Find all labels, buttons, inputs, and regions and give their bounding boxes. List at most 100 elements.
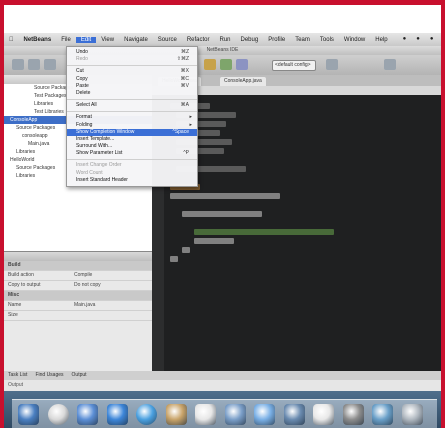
menu-item-label: Delete bbox=[76, 89, 91, 96]
output-tab[interactable]: Task List bbox=[4, 372, 31, 378]
build-button[interactable] bbox=[204, 59, 216, 70]
property-value[interactable]: Compile bbox=[74, 271, 92, 280]
menu-item-insert-template[interactable]: Insert Template... bbox=[67, 136, 197, 143]
run-button[interactable] bbox=[220, 59, 232, 70]
code-line bbox=[170, 193, 280, 199]
property-key: Copy to output bbox=[8, 282, 41, 288]
itunes-icon[interactable] bbox=[254, 404, 275, 425]
menu-item-copy[interactable]: Copy ⌘C bbox=[67, 76, 197, 83]
property-row[interactable]: Name Main.java bbox=[4, 301, 152, 311]
menu-item-insert-change-order: Insert Change Order bbox=[67, 162, 197, 169]
output-tabs: Task List Find Usages Output bbox=[4, 371, 441, 380]
property-row[interactable]: Copy to output Do not copy bbox=[4, 281, 152, 291]
debug-button[interactable] bbox=[236, 59, 248, 70]
property-key: Build action bbox=[8, 272, 34, 278]
menu-item-label: Word Count bbox=[76, 169, 103, 176]
property-row[interactable]: Build action Compile bbox=[4, 271, 152, 281]
menu-item-show-parameter-list[interactable]: Show Parameter List ^P bbox=[67, 150, 197, 157]
menu-item-label: Paste bbox=[76, 82, 89, 89]
menu-source[interactable]: Source bbox=[153, 37, 182, 43]
menu-navigate[interactable]: Navigate bbox=[119, 37, 153, 43]
code-line bbox=[170, 256, 178, 262]
shortcut-label: ⌘V bbox=[180, 82, 189, 89]
finder-icon[interactable] bbox=[18, 404, 39, 425]
preview-icon[interactable] bbox=[224, 404, 246, 425]
menu-item-undo[interactable]: Undo ⌘Z bbox=[67, 49, 197, 56]
volume-icon[interactable]: ● bbox=[411, 36, 425, 43]
menu-tools[interactable]: Tools bbox=[315, 37, 339, 43]
safari-icon[interactable] bbox=[106, 404, 128, 425]
code-line bbox=[194, 229, 334, 235]
search-icon[interactable] bbox=[384, 59, 396, 70]
output-tab[interactable]: Find Usages bbox=[31, 372, 67, 378]
shortcut-label: ⌘Z bbox=[180, 49, 189, 55]
address-book-icon[interactable] bbox=[165, 404, 187, 425]
property-group[interactable]: Build bbox=[4, 261, 152, 271]
menu-debug[interactable]: Debug bbox=[236, 37, 264, 43]
calendar-icon[interactable] bbox=[195, 404, 216, 425]
menu-edit[interactable]: Edit bbox=[75, 36, 97, 43]
menu-view[interactable]: View bbox=[96, 37, 119, 43]
menu-item-cut[interactable]: Cut ⌘X bbox=[67, 68, 197, 75]
menu-team[interactable]: Team bbox=[290, 37, 315, 43]
profile-button[interactable] bbox=[326, 59, 338, 70]
garageband-icon[interactable] bbox=[313, 404, 334, 425]
menu-item-select-all[interactable]: Select All ⌘A bbox=[67, 102, 197, 109]
dashboard-icon[interactable] bbox=[47, 404, 69, 425]
right-border bbox=[441, 0, 445, 428]
ichat-icon[interactable] bbox=[136, 404, 157, 425]
code-line bbox=[182, 211, 262, 217]
battery-icon[interactable]: ● bbox=[425, 36, 439, 43]
menu-separator bbox=[67, 65, 197, 67]
config-combo[interactable]: <default config> bbox=[272, 60, 316, 71]
menu-item-format[interactable]: Format ▸ bbox=[67, 114, 197, 121]
edit-menu-dropdown: Undo ⌘Z Redo ⇧⌘Z Cut ⌘X Copy ⌘C Paste ⌘V Delete Sel… bbox=[66, 46, 198, 187]
wifi-icon[interactable]: ● bbox=[398, 36, 412, 43]
menu-refactor[interactable]: Refactor bbox=[182, 37, 215, 43]
property-value[interactable]: Main.java bbox=[74, 301, 95, 310]
menu-window[interactable]: Window bbox=[339, 37, 370, 43]
apple-icon[interactable]:  bbox=[4, 37, 19, 43]
menu-item-folding[interactable]: Folding ▸ bbox=[67, 122, 197, 129]
menu-bar:  NetBeans FileEditViewNavigateSourceRef… bbox=[4, 33, 441, 46]
status-icons: ● ● ● ⌕ bbox=[393, 36, 441, 43]
menu-item-insert-standard-header[interactable]: Insert Standard Header bbox=[67, 177, 197, 184]
menu-item-delete[interactable]: Delete bbox=[67, 90, 197, 97]
menu-profile[interactable]: Profile bbox=[263, 37, 290, 43]
shortcut-label: ⌘X bbox=[180, 68, 189, 75]
photo-frame:  NetBeans FileEditViewNavigateSourceRef… bbox=[0, 0, 445, 428]
properties-list: Build Build action Compile Copy to output Do… bbox=[4, 261, 152, 321]
property-group[interactable]: Misc bbox=[4, 291, 152, 301]
menu-item-redo: Redo ⇧⌘Z bbox=[67, 56, 197, 63]
top-band bbox=[0, 0, 445, 33]
menu-item-surround-with[interactable]: Surround With... bbox=[67, 143, 197, 150]
menu-item-show-completion-window[interactable]: Show Completion Window ^Space bbox=[67, 128, 197, 136]
editor-tab[interactable]: ConsoleApp.java bbox=[220, 77, 266, 86]
property-key: Name bbox=[8, 302, 22, 308]
mail-icon[interactable] bbox=[77, 404, 98, 425]
code-line bbox=[182, 247, 190, 253]
iphoto-icon[interactable] bbox=[283, 404, 305, 425]
menu-item-label: Show Completion Window bbox=[76, 128, 135, 135]
shortcut-label: ⌘A bbox=[180, 102, 189, 109]
shortcut-label: ^P bbox=[183, 150, 189, 157]
open-project-button[interactable] bbox=[28, 59, 40, 70]
save-button[interactable] bbox=[44, 59, 56, 70]
time-machine-icon[interactable] bbox=[372, 404, 393, 425]
properties-header bbox=[4, 252, 152, 261]
new-file-button[interactable] bbox=[12, 59, 24, 70]
screen:  NetBeans FileEditViewNavigateSourceRef… bbox=[4, 33, 441, 428]
output-tab[interactable]: Output bbox=[68, 372, 91, 378]
trash-icon[interactable] bbox=[401, 404, 423, 425]
menu-run[interactable]: Run bbox=[215, 37, 236, 43]
property-value[interactable]: Do not copy bbox=[74, 281, 101, 290]
property-row[interactable]: Size bbox=[4, 311, 152, 321]
menu-help[interactable]: Help bbox=[370, 37, 392, 43]
menu-item-paste[interactable]: Paste ⌘V bbox=[67, 83, 197, 90]
menu-file[interactable]: File bbox=[56, 37, 76, 43]
spotlight-icon[interactable]: ⌕ bbox=[438, 36, 441, 43]
submenu-arrow-icon: ▸ bbox=[189, 114, 192, 121]
system-preferences-icon[interactable] bbox=[342, 404, 364, 425]
app-menu[interactable]: NetBeans bbox=[19, 37, 57, 43]
menu-item-label: Format bbox=[76, 114, 92, 121]
